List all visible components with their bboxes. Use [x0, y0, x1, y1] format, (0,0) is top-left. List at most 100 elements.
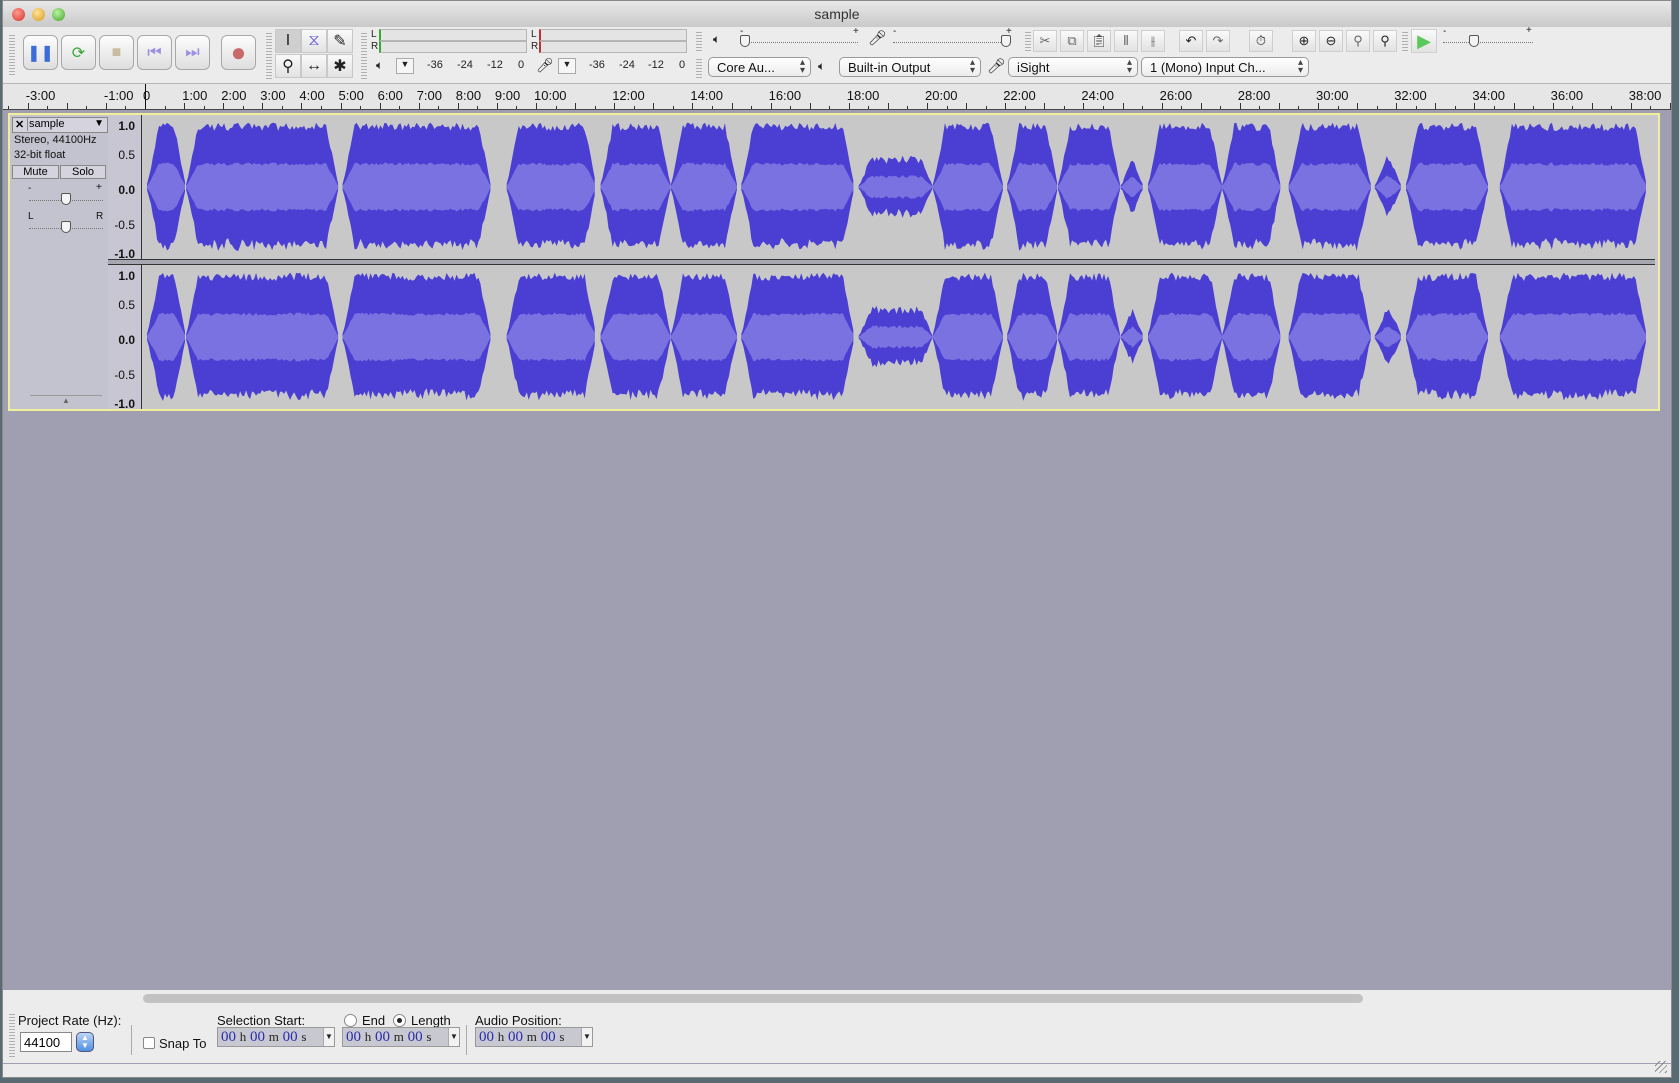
time-format-dropdown[interactable]: ▼	[581, 1028, 592, 1046]
waveform-rms-segment	[858, 175, 933, 199]
mute-button[interactable]: Mute	[12, 165, 59, 179]
horizontal-scrollbar-thumb[interactable]	[143, 994, 1363, 1003]
seconds-value: 00	[407, 1029, 423, 1045]
selection-start-time[interactable]: 00 h 00 m 00 s ▼	[217, 1027, 335, 1047]
envelope-tool[interactable]: ⧖	[301, 29, 327, 53]
audacity-window: sample ❚❚ ⟳ ■ ⏮ ⏭ ● I ⧖ ✎ ⚲ ↔ ✱ L R 🔈︎ ▼ -36 -24 -…	[2, 0, 1672, 1078]
right-channel-waveform[interactable]	[142, 265, 1655, 409]
title-bar[interactable]: sample	[3, 1, 1671, 28]
pan-slider-thumb[interactable]	[61, 221, 71, 233]
project-rate-stepper[interactable]: ▲ ▼	[76, 1032, 94, 1052]
window-resize-handle[interactable]	[1655, 1061, 1667, 1073]
redo-button[interactable]: ↷	[1206, 30, 1230, 52]
output-volume-slider-thumb[interactable]	[740, 35, 750, 47]
output-volume-slider[interactable]	[740, 41, 858, 43]
timeline-ruler[interactable]: -3:00 -1:00 0 1:00 2:00 3:00 4:00 5:00 6:00 7:00 8…	[3, 84, 1671, 110]
play-icon: ▶	[1417, 30, 1431, 51]
time-shift-tool[interactable]: ↔	[301, 54, 327, 78]
playback-speed-slider[interactable]	[1443, 41, 1533, 43]
play-at-speed-button[interactable]: ▶	[1411, 29, 1437, 53]
solo-button[interactable]: Solo	[60, 165, 106, 179]
ruler-tick-label: 5:00	[338, 88, 364, 103]
playback-meter-menu-button[interactable]: ▼	[396, 58, 414, 74]
track-name-menu[interactable]: ✕ sample ▼	[12, 117, 108, 133]
time-shift-icon: ↔	[306, 57, 322, 74]
tracks-workspace[interactable]: ✕ sample ▼ Stereo, 44100Hz 32-bit float …	[3, 110, 1671, 990]
audio-host-value: Core Au...	[717, 60, 775, 75]
ruler-tick-label: 38:00	[1628, 88, 1662, 103]
zoom-in-button[interactable]: ⊕	[1292, 30, 1316, 52]
skip-to-end-button[interactable]: ⏭	[175, 35, 210, 70]
draw-tool[interactable]: ✎	[327, 29, 353, 53]
ruler-tick	[438, 106, 440, 109]
ruler-tick	[1552, 103, 1554, 109]
selection-tool[interactable]: I	[275, 29, 301, 53]
play-button[interactable]: ⟳	[61, 35, 96, 70]
time-format-dropdown[interactable]: ▼	[323, 1028, 334, 1046]
record-meter-menu-button[interactable]: ▼	[558, 58, 576, 74]
ruler-tick	[1259, 106, 1261, 109]
waveform-rms-segment	[670, 162, 737, 212]
meter-toolbar-grip[interactable]	[361, 31, 367, 79]
select-arrows-icon: ▴ ▾	[969, 57, 975, 76]
track-close-button[interactable]: ✕	[15, 118, 29, 131]
project-rate-input[interactable]: 44100	[20, 1032, 72, 1052]
tools-toolbar-grip[interactable]	[266, 31, 272, 79]
edit-toolbar-grip[interactable]	[1025, 30, 1031, 52]
ruler-tick-label: -3:00	[25, 88, 56, 103]
sync-lock-button[interactable]: ⏱	[1249, 30, 1273, 52]
input-volume-minus: -	[893, 26, 897, 37]
waveform-rms-segment	[506, 312, 595, 362]
audio-host-select[interactable]: Core Au... ▴ ▾	[708, 57, 811, 77]
audio-position-time[interactable]: 00 h 00 m 00 s ▼	[475, 1027, 593, 1047]
zoom-tool[interactable]: ⚲	[275, 54, 301, 78]
cut-button[interactable]: ✂	[1033, 30, 1057, 52]
trim-button[interactable]: ⫴	[1114, 30, 1138, 52]
ruler-tick	[1278, 103, 1280, 109]
pause-button[interactable]: ❚❚	[23, 35, 58, 70]
play-at-speed-toolbar-grip[interactable]	[1402, 30, 1408, 52]
zoom-out-button[interactable]: ⊖	[1319, 30, 1343, 52]
skip-to-start-button[interactable]: ⏮	[137, 35, 172, 70]
snap-to-checkbox[interactable]	[143, 1037, 155, 1049]
left-channel-waveform[interactable]	[142, 115, 1655, 259]
input-channels-select[interactable]: 1 (Mono) Input Ch... ▴ ▾	[1141, 57, 1309, 77]
selection-toolbar-grip[interactable]	[9, 1012, 15, 1058]
mixer-toolbar-grip[interactable]	[696, 30, 702, 52]
device-toolbar-grip[interactable]	[696, 57, 702, 79]
horizontal-scrollbar[interactable]	[3, 990, 1671, 1008]
output-device-select[interactable]: Built-in Output ▴ ▾	[839, 57, 981, 77]
copy-button[interactable]: ⧉	[1060, 30, 1084, 52]
silence-button[interactable]: ⫲	[1141, 30, 1165, 52]
playback-speed-slider-thumb[interactable]	[1469, 35, 1480, 47]
track-menu-dropdown-icon[interactable]: ▼	[94, 118, 104, 129]
input-device-select[interactable]: iSight ▴ ▾	[1008, 57, 1138, 77]
multi-tool[interactable]: ✱	[327, 54, 353, 78]
selection-length-time[interactable]: 00 h 00 m 00 s ▼	[342, 1027, 460, 1047]
gain-minus-label: -	[28, 183, 32, 194]
audio-track[interactable]: ✕ sample ▼ Stereo, 44100Hz 32-bit float …	[8, 113, 1660, 411]
stop-button[interactable]: ■	[99, 35, 134, 70]
input-volume-slider-thumb[interactable]	[1001, 35, 1011, 47]
length-radio[interactable]	[393, 1014, 406, 1027]
project-rate-label: Project Rate (Hz):	[18, 1013, 122, 1028]
ruler-tick	[1572, 106, 1574, 109]
ruler-tick	[27, 103, 29, 109]
amplitude-label: 0.5	[118, 148, 135, 162]
time-format-dropdown[interactable]: ▼	[448, 1028, 459, 1046]
ruler-tick	[848, 103, 850, 109]
end-radio[interactable]	[344, 1014, 357, 1027]
record-button[interactable]: ●	[221, 35, 256, 70]
fit-selection-button[interactable]: ⚲	[1346, 30, 1370, 52]
ruler-tick	[1161, 103, 1163, 109]
ruler-tick-label: 3:00	[260, 88, 286, 103]
hours-value: 00	[479, 1029, 494, 1045]
input-volume-slider[interactable]	[893, 41, 1011, 43]
collapse-track-button[interactable]: ▲	[30, 395, 102, 408]
fit-project-button[interactable]: ⚲	[1373, 30, 1397, 52]
undo-button[interactable]: ↶	[1179, 30, 1203, 52]
play-head-marker[interactable]	[145, 84, 146, 109]
gain-slider-thumb[interactable]	[61, 193, 71, 205]
transport-toolbar-grip[interactable]	[9, 33, 15, 77]
paste-button[interactable]: 📋︎	[1087, 30, 1111, 52]
